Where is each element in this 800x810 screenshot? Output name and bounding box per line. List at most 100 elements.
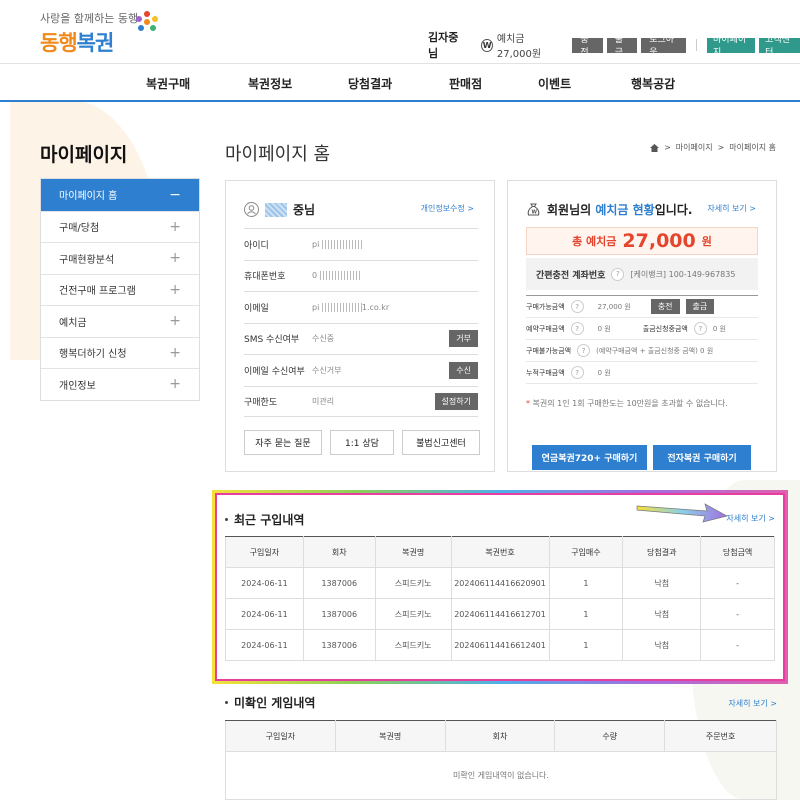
sidebar-item-purchase-win[interactable]: 구매/당첨 + [41,210,199,243]
chevron-right-icon: > [664,143,671,152]
column-header: 구입일자 [225,720,336,752]
balance-value: 0 원 [597,368,611,377]
expand-icon: + [169,344,181,361]
help-icon[interactable]: ? [570,300,584,313]
deposit-detail-link[interactable]: 자세히 보기 > [707,203,756,214]
charge-button[interactable]: 충전 [572,35,603,58]
balance-label: 예약구매금액 [526,324,565,333]
table-cell: 2024-06-11 [225,629,304,661]
nav-draw-results[interactable]: 당첨결과 [348,75,392,92]
edit-profile-link[interactable]: 개인정보수정 > [421,203,474,214]
unconfirmed-more-link[interactable]: 자세히 보기 > [728,698,777,709]
help-icon[interactable]: ? [577,344,591,357]
table-cell: 낙첨 [622,567,702,599]
deposit-header: W 회원님의 예치금 현황입니다. [526,201,692,218]
info-label: SMS 수신여부 [244,335,300,346]
sidebar-item-label: 개인정보 [59,380,96,392]
column-header: 수량 [554,720,666,752]
column-header: 당첨금액 [700,536,775,568]
table-row: 미확인 게임내역이 없습니다. [225,751,777,800]
logo[interactable]: 사랑을 함께하는 동행 동행복권 [40,10,158,57]
help-icon[interactable]: ? [570,366,584,379]
table-row[interactable]: 2024-06-11 1387006 스피드키노 202406114416612… [225,598,775,630]
bullet-icon [225,701,228,704]
table-cell: 202406114416620901 [450,567,550,599]
info-buttons: 자주 묻는 질문 1:1 상담 불법신고센터 [244,430,480,455]
recent-purchase-highlight: 최근 구입내역 자세히 보기 > 구입일자 회차 복권명 복권번호 구입매수 당… [212,490,788,684]
nav-events[interactable]: 이벤트 [538,75,571,92]
note-star: * [526,399,530,408]
logout-button[interactable]: 로그아웃 [641,35,687,58]
sidebar-item-personal-info[interactable]: 개인정보 + [41,368,199,400]
balance-value: 0 원 [712,324,726,333]
table-row[interactable]: 2024-06-11 1387006 스피드키노 202406114416620… [225,567,775,599]
total-deposit-label: 총 예치금 [572,235,617,248]
masked-value [319,271,360,281]
nav-buy-lottery[interactable]: 복권구매 [146,75,190,92]
sms-reject-button[interactable]: 거부 [449,330,478,348]
sidebar-item-label: 행복더하기 신청 [59,349,127,361]
home-icon[interactable] [650,143,660,152]
deposit-withdraw-button[interactable]: 출금 [685,299,715,314]
column-header: 복권명 [374,536,452,568]
help-icon[interactable]: ? [611,267,625,281]
sidebar-item-healthy-program[interactable]: 건전구매 프로그램 + [41,273,199,306]
header-balance: 예치금 27,000원 [496,34,542,60]
section-title-text: 최근 구입내역 [234,513,305,527]
deposit-title-highlight: 예치금 현황 [595,203,655,217]
table-cell: 1 [548,567,624,599]
breadcrumb-item: 마이페이지 홈 [729,143,776,152]
balance-row-unavailable: 구매불가능금액 ? (예약구매금액 + 출금신청중 금액) 0 원 [526,340,758,362]
buy-e-lottery-button[interactable]: 전자복권 구매하기 [653,445,751,470]
mypage-button[interactable]: 마이페이지 [706,35,756,58]
sidebar-item-purchase-analysis[interactable]: 구매현황분석 + [41,242,199,274]
sidebar-item-deposit[interactable]: 예치금 + [41,305,199,337]
one-on-one-button[interactable]: 1:1 상담 [330,430,394,455]
money-bag-icon: W [527,203,540,216]
table-cell: 1387006 [302,567,376,599]
sidebar-item-label: 건전구매 프로그램 [59,286,136,298]
recent-more-link[interactable]: 자세히 보기 > [726,513,775,524]
balance-row-reserved: 예약구매금액 ? 0 원 출금신청중금액 ? 0 원 [526,318,758,340]
set-limit-button[interactable]: 설정하기 [434,392,478,410]
sidebar-item-label: 구매현황분석 [59,254,115,266]
faq-button[interactable]: 자주 묻는 질문 [244,430,322,455]
nav-happiness[interactable]: 행복공감 [631,75,675,92]
account-label: 간편충전 계좌번호 [536,270,606,281]
table-cell: 낙첨 [622,629,702,661]
balance-value: 0 원 [597,324,611,333]
nav-lottery-info[interactable]: 복권정보 [248,75,292,92]
deposit-title-pre: 회원님의 [547,203,596,217]
table-cell: - [700,598,775,630]
column-header: 주문번호 [664,720,777,752]
report-center-button[interactable]: 불법신고센터 [402,430,480,455]
column-header: 구입매수 [548,536,624,568]
column-header: 복권명 [334,720,446,752]
table-cell: 스피드키노 [374,629,452,661]
email-subscribe-button[interactable]: 수신 [449,361,478,379]
info-value-text: pi [312,239,320,249]
buy-pension-lottery-button[interactable]: 연금복권720+ 구매하기 [532,445,647,470]
info-value: 수신거부 [312,365,342,375]
withdraw-button[interactable]: 출금 [606,35,638,58]
table-cell: 202406114416612401 [450,629,550,661]
table-row[interactable]: 2024-06-11 1387006 스피드키노 202406114416612… [225,629,775,661]
column-header: 구입일자 [225,536,304,568]
balance-value: 27,000 원 [597,302,631,311]
info-row-email-subscribe: 이메일 수신여부 수신거부 수신 [244,354,478,386]
help-icon[interactable]: ? [693,322,707,335]
table-cell: 스피드키노 [374,598,452,630]
section-title-text: 미확인 게임내역 [234,696,316,710]
breadcrumb-item[interactable]: 마이페이지 [676,142,713,153]
sidebar-item-mypage-home[interactable]: 마이페이지 홈 − [41,179,199,211]
nav-stores[interactable]: 판매점 [449,75,482,92]
member-name-header: 중님 [244,201,315,218]
support-button[interactable]: 고객센터 [759,35,800,58]
column-header: 회차 [444,720,556,752]
deposit-charge-button[interactable]: 충전 [650,299,680,314]
info-label: 아이디 [244,240,269,251]
info-label: 이메일 [244,303,269,314]
sidebar-item-happiness-apply[interactable]: 행복더하기 신청 + [41,336,199,369]
table-cell: 스피드키노 [374,567,452,599]
help-icon[interactable]: ? [570,322,584,335]
